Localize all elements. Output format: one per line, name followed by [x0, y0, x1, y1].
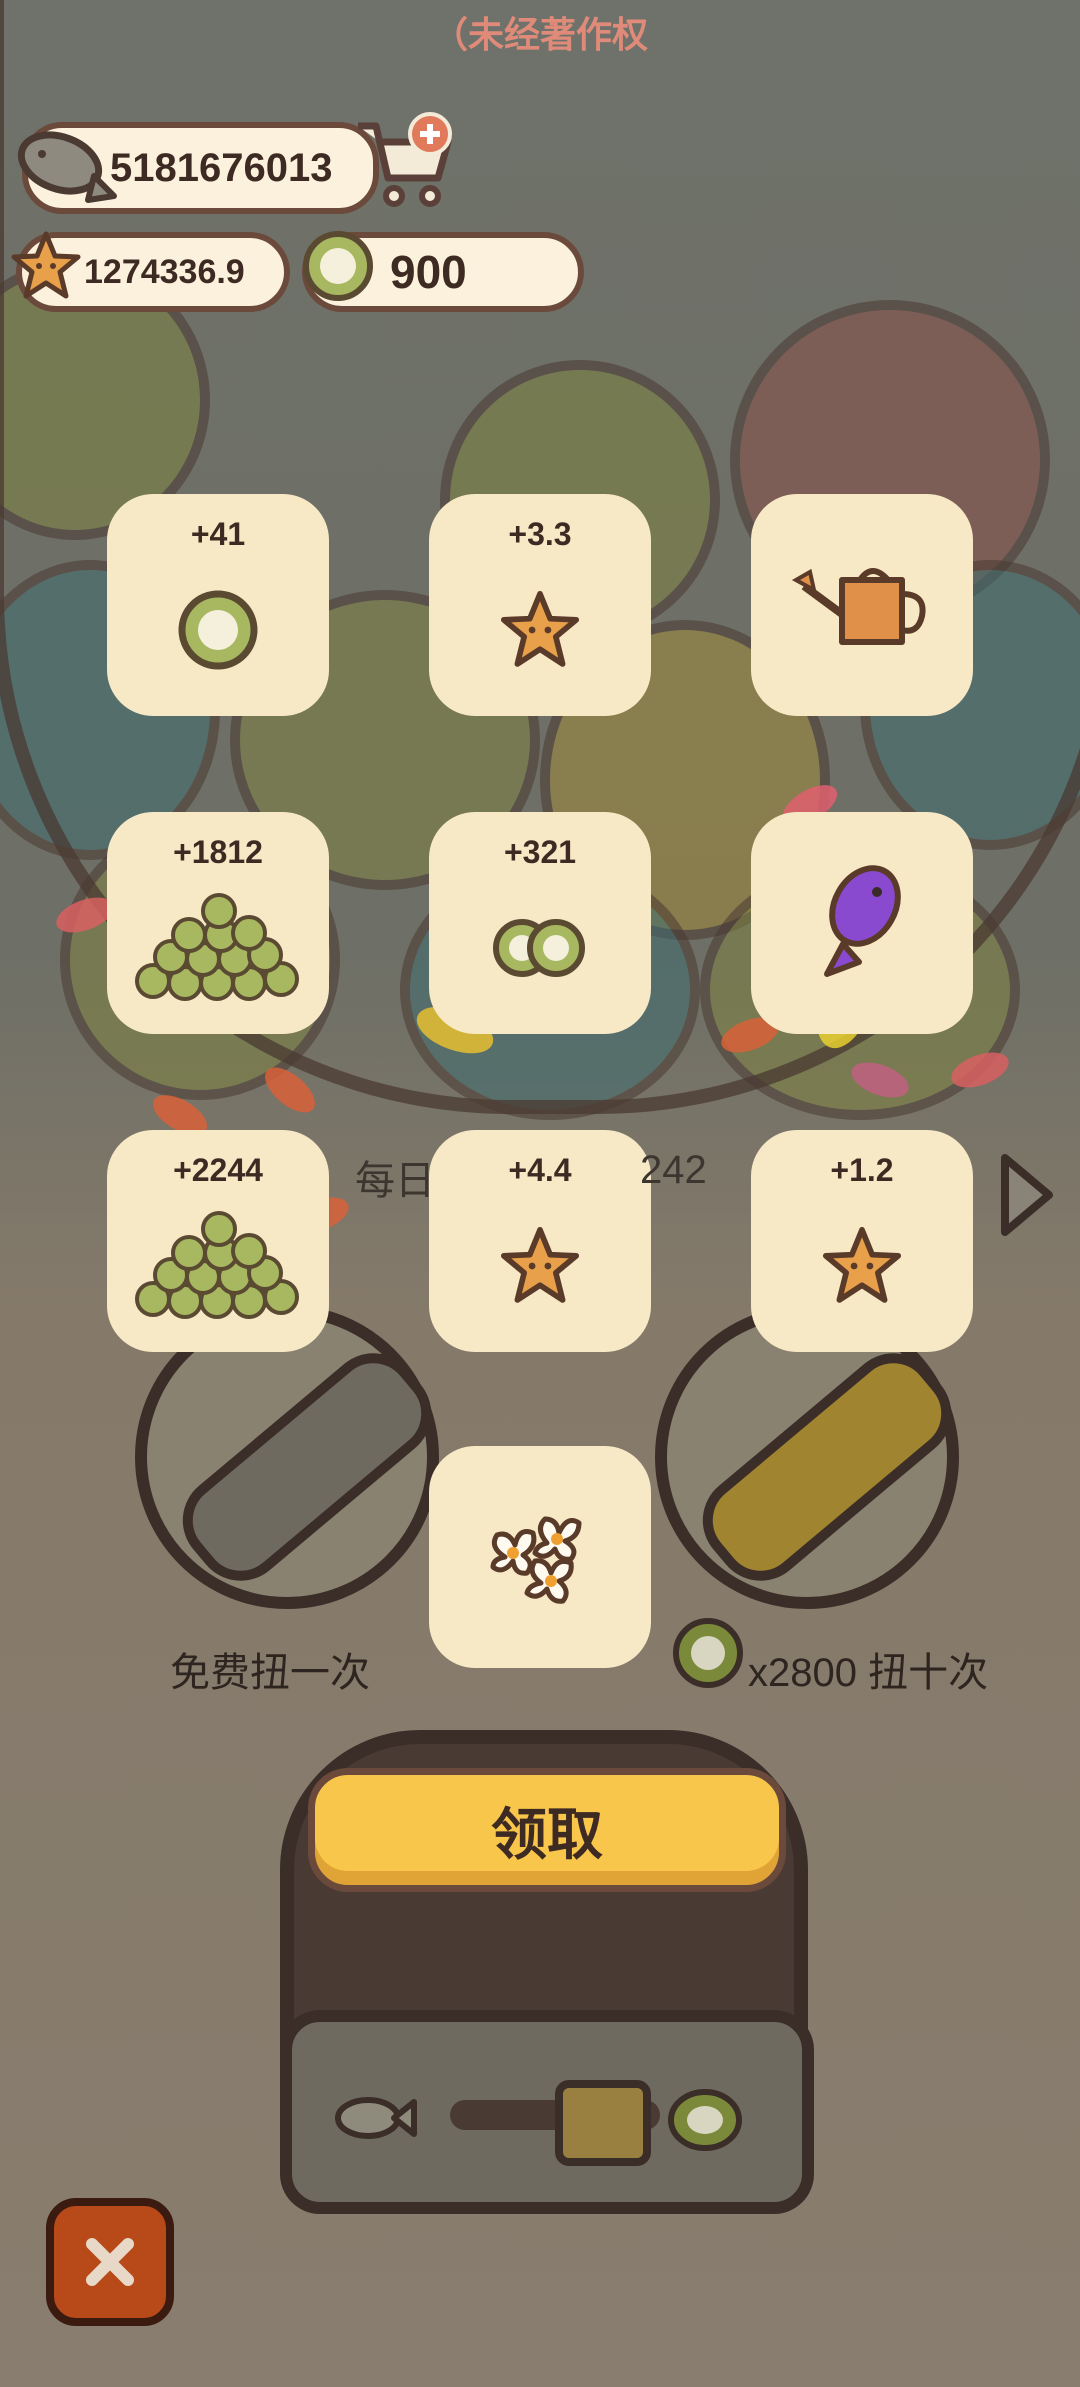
star-icon — [500, 1226, 580, 1303]
copyright-notice: （未经著作权 — [431, 14, 648, 55]
reward-card — [751, 812, 973, 1034]
daily-limit-text: 每日 — [355, 1159, 435, 1203]
reward-card — [751, 494, 973, 716]
next-page-arrow-icon[interactable] — [995, 1150, 1059, 1240]
reward-amount: +321 — [503, 834, 577, 870]
close-icon — [86, 2238, 134, 2286]
reward-card: +1812 — [107, 812, 329, 1034]
reward-card: +321 — [429, 812, 651, 1034]
reward-amount: +1.2 — [830, 1152, 894, 1188]
purple-fish-icon — [824, 865, 901, 977]
reward-card — [429, 1446, 651, 1668]
two-coins-icon — [493, 919, 585, 977]
free-spin-label[interactable]: 免费扭一次 — [170, 1640, 370, 1698]
coin-icon — [668, 2089, 742, 2151]
close-button[interactable] — [46, 2198, 174, 2326]
flowers-icon — [490, 1516, 582, 1604]
daily-limit-count: 242 — [640, 1148, 707, 1192]
shop-cart-button[interactable] — [350, 112, 460, 212]
coin-icon — [178, 590, 258, 670]
coin-icon — [673, 1618, 743, 1688]
coin-icon — [303, 231, 373, 301]
reward-amount: +3.3 — [508, 516, 572, 552]
reward-card: +1.2 — [751, 1130, 973, 1352]
reward-amount: +1812 — [173, 834, 263, 870]
coin-pile-icon — [135, 893, 299, 1001]
reward-card: +2244 — [107, 1130, 329, 1352]
star-currency-value: 1274336.9 — [84, 252, 245, 291]
star-icon — [11, 231, 81, 299]
coin-currency-value: 900 — [390, 246, 467, 298]
coin-pile-icon — [135, 1211, 299, 1319]
reward-card: +4.4 — [429, 1130, 651, 1352]
star-icon — [500, 590, 580, 667]
reward-amount: +2244 — [173, 1152, 263, 1188]
reward-amount: +4.4 — [508, 1152, 572, 1188]
reward-card: +41 — [107, 494, 329, 716]
claim-button[interactable]: 领取 — [308, 1768, 786, 1892]
ten-spin-label[interactable]: x2800 扭十次 — [748, 1640, 988, 1698]
fish-currency-value: 5181676013 — [110, 145, 333, 190]
reward-card: +3.3 — [429, 494, 651, 716]
fish-icon — [17, 131, 117, 203]
star-icon — [822, 1226, 902, 1303]
mode-slider-knob[interactable] — [555, 2080, 651, 2166]
reward-amount: +41 — [190, 516, 246, 552]
fish-icon — [335, 2097, 417, 2139]
watering-can-icon — [792, 568, 926, 645]
